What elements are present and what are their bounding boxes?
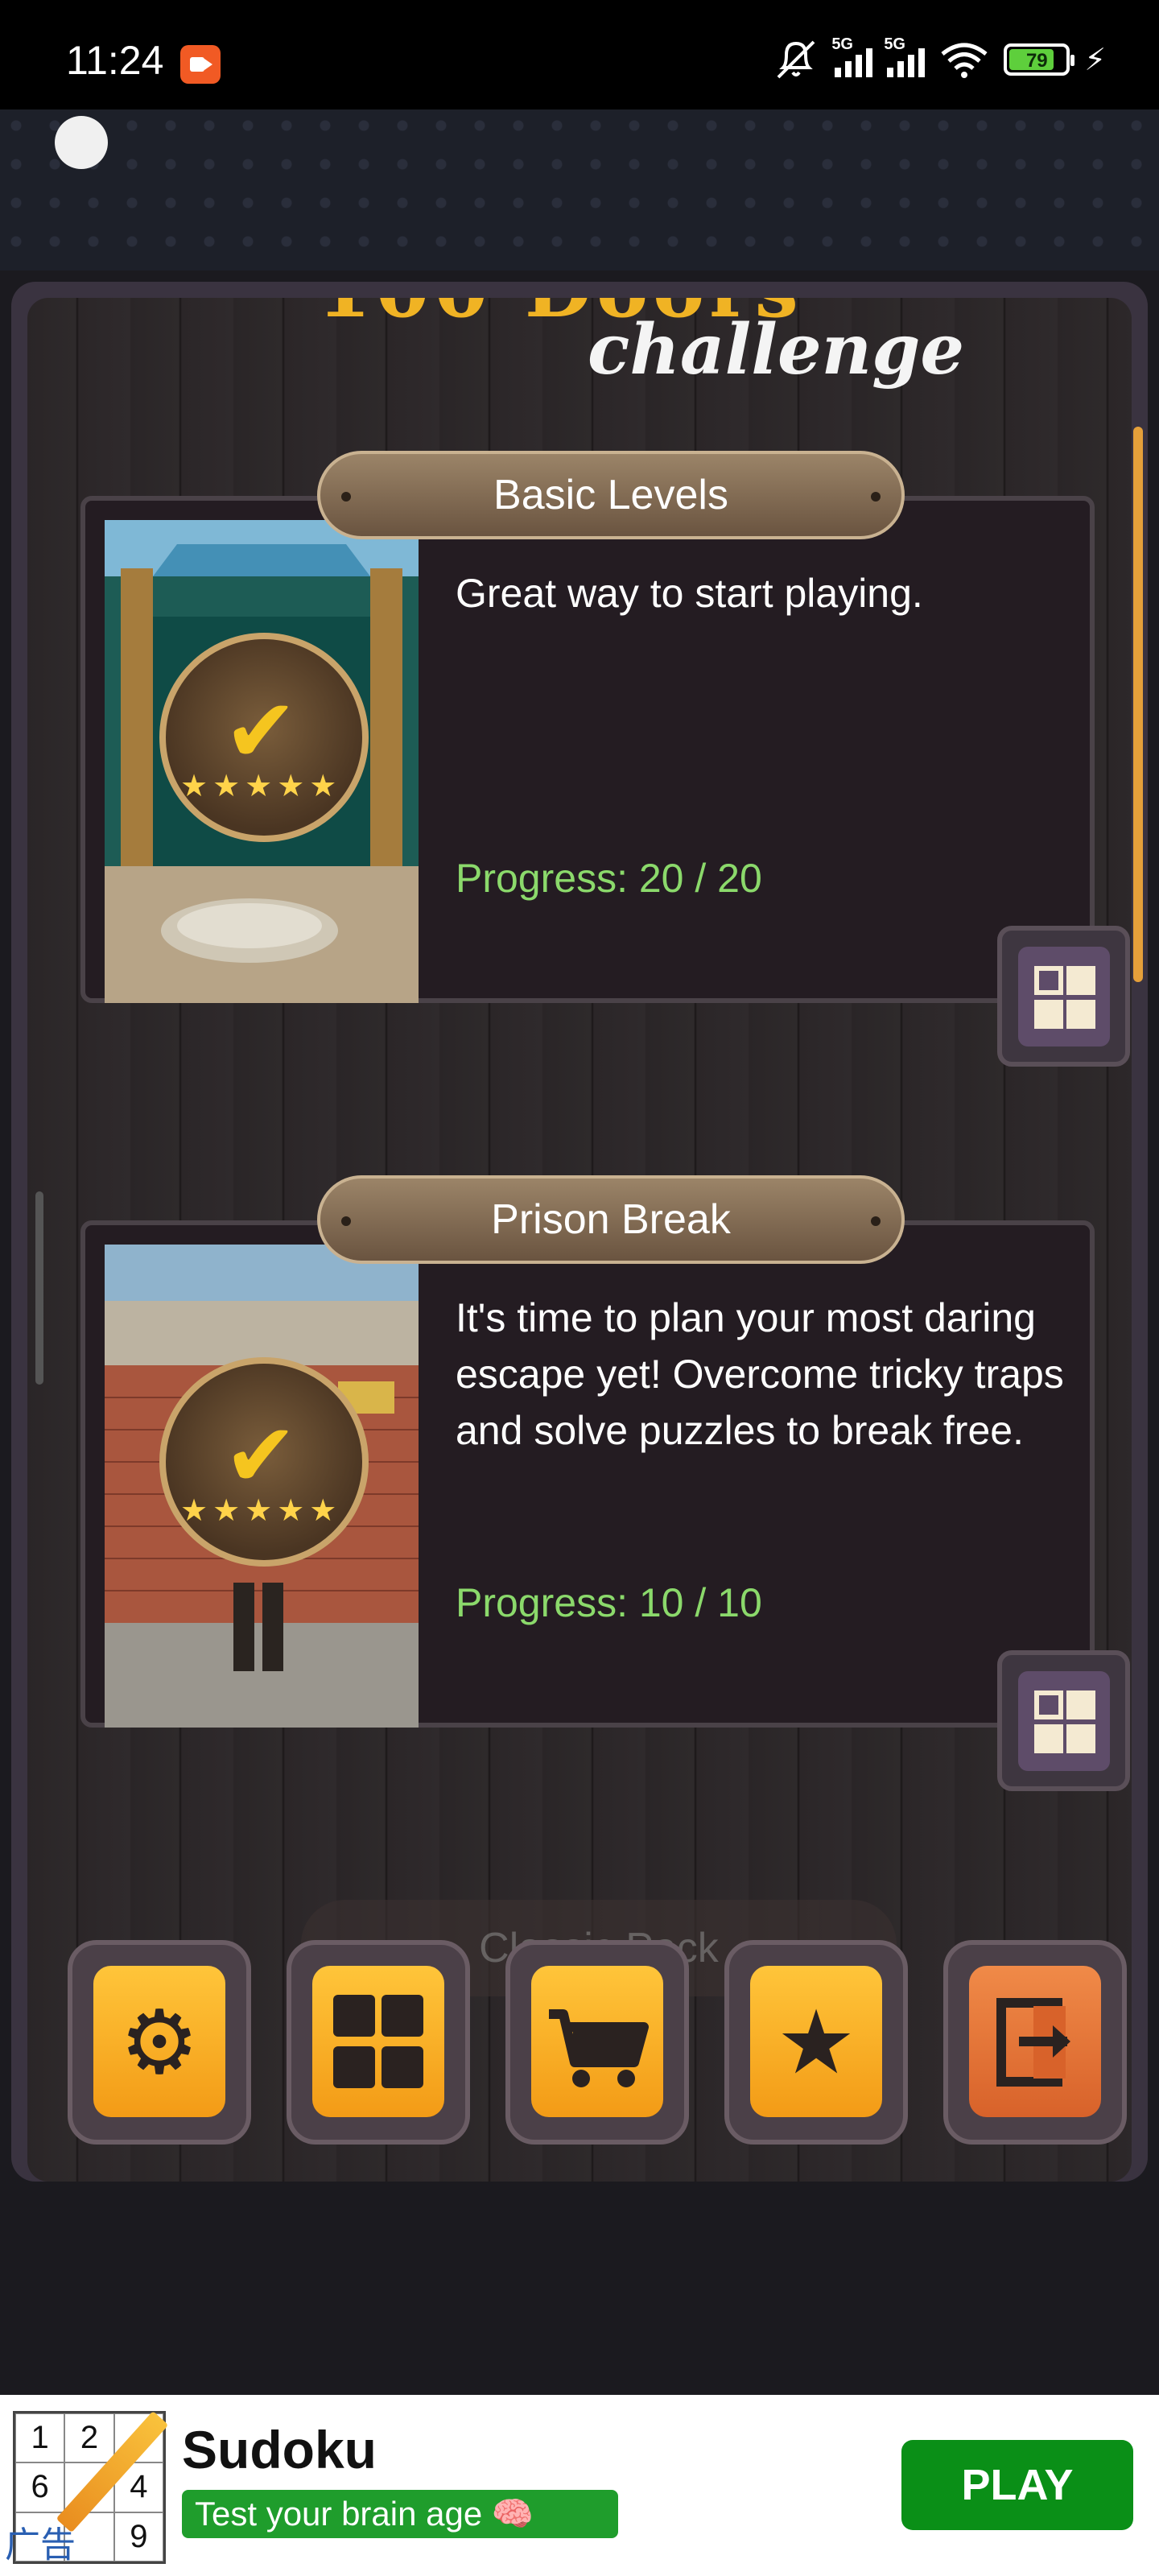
status-icons: 5G 5G 79 ⚡ [772,35,1106,84]
stars-icon: ★★★★★ [180,1492,342,1528]
shop-button[interactable] [505,1940,689,2145]
level-card-basic[interactable]: ✔ ★★★★★ Great way to start playing. Prog… [68,451,1130,1067]
level-title-plaque: Prison Break [317,1175,905,1264]
rate-button[interactable]: ★ [724,1940,908,2145]
exit-icon [996,1998,1070,2087]
scroll-indicator[interactable] [1133,427,1143,982]
star-icon: ★ [776,1991,856,2094]
signal-icon: 5G [831,35,873,77]
bottom-toolbar: ⚙ ★ [68,1940,1132,2149]
level-progress: Progress: 10 / 10 [456,1580,762,1625]
level-select-grid-button[interactable] [997,926,1130,1067]
level-thumbnail: ✔ ★★★★★ [105,1245,419,1728]
ad-label: 广告 [5,2524,76,2566]
level-title-plaque: Basic Levels [317,451,905,539]
stars-icon: ★★★★★ [180,768,342,803]
ad-play-button[interactable]: PLAY [901,2440,1133,2530]
cart-icon [549,2009,649,2087]
ad-title: Sudoku [182,2420,377,2479]
ad-subtitle: Test your brain age 🧠 [182,2490,618,2538]
level-progress: Progress: 20 / 20 [456,856,762,901]
logo-subtitle: challenge [588,309,965,390]
battery-level: 79 [1025,50,1048,72]
game-board: 100 Doors challenge [11,282,1148,2182]
level-card-body: ✔ ★★★★★ Great way to start playing. Prog… [80,496,1095,1003]
gear-icon: ⚙ [119,1991,200,2094]
status-time: 11:24 [66,38,164,83]
header-banner [0,109,1159,270]
level-thumbnail: ✔ ★★★★★ [105,520,419,1003]
wifi-icon [941,43,988,78]
network-label: 5G [884,35,905,53]
floating-indicator[interactable] [55,116,108,169]
grid-icon [312,1966,444,2117]
completed-medal: ✔ ★★★★★ [159,1357,369,1567]
charging-icon: ⚡ [1084,42,1106,77]
settings-button[interactable]: ⚙ [68,1940,251,2145]
scrollbar[interactable] [35,1191,43,1385]
levels-button[interactable] [287,1940,470,2145]
level-select-grid-button[interactable] [997,1650,1130,1791]
ad-banner[interactable]: 12 64 9 广告 Sudoku Test your brain age 🧠 … [0,2395,1159,2576]
status-bar: 11:24 5G 5G 79 ⚡ [0,0,1159,109]
level-description: It's time to plan your most daring escap… [456,1295,1064,1453]
mute-icon [777,40,815,79]
network-label: 5G [831,35,853,53]
battery-icon: 79 [1004,43,1075,76]
screen-record-icon [180,45,221,84]
completed-medal: ✔ ★★★★★ [159,633,369,842]
exit-button[interactable] [943,1940,1127,2145]
game-logo: 100 Doors challenge [317,298,964,419]
check-icon: ✔ [224,1404,299,1507]
level-card-body: ✔ ★★★★★ It's time to plan your most dari… [80,1220,1095,1728]
signal-icon: 5G [884,35,926,77]
level-card-prison-break[interactable]: ✔ ★★★★★ It's time to plan your most dari… [68,1175,1130,1791]
level-description: Great way to start playing. [456,571,923,616]
level-list-panel: 100 Doors challenge [27,298,1132,2182]
check-icon: ✔ [224,679,299,782]
